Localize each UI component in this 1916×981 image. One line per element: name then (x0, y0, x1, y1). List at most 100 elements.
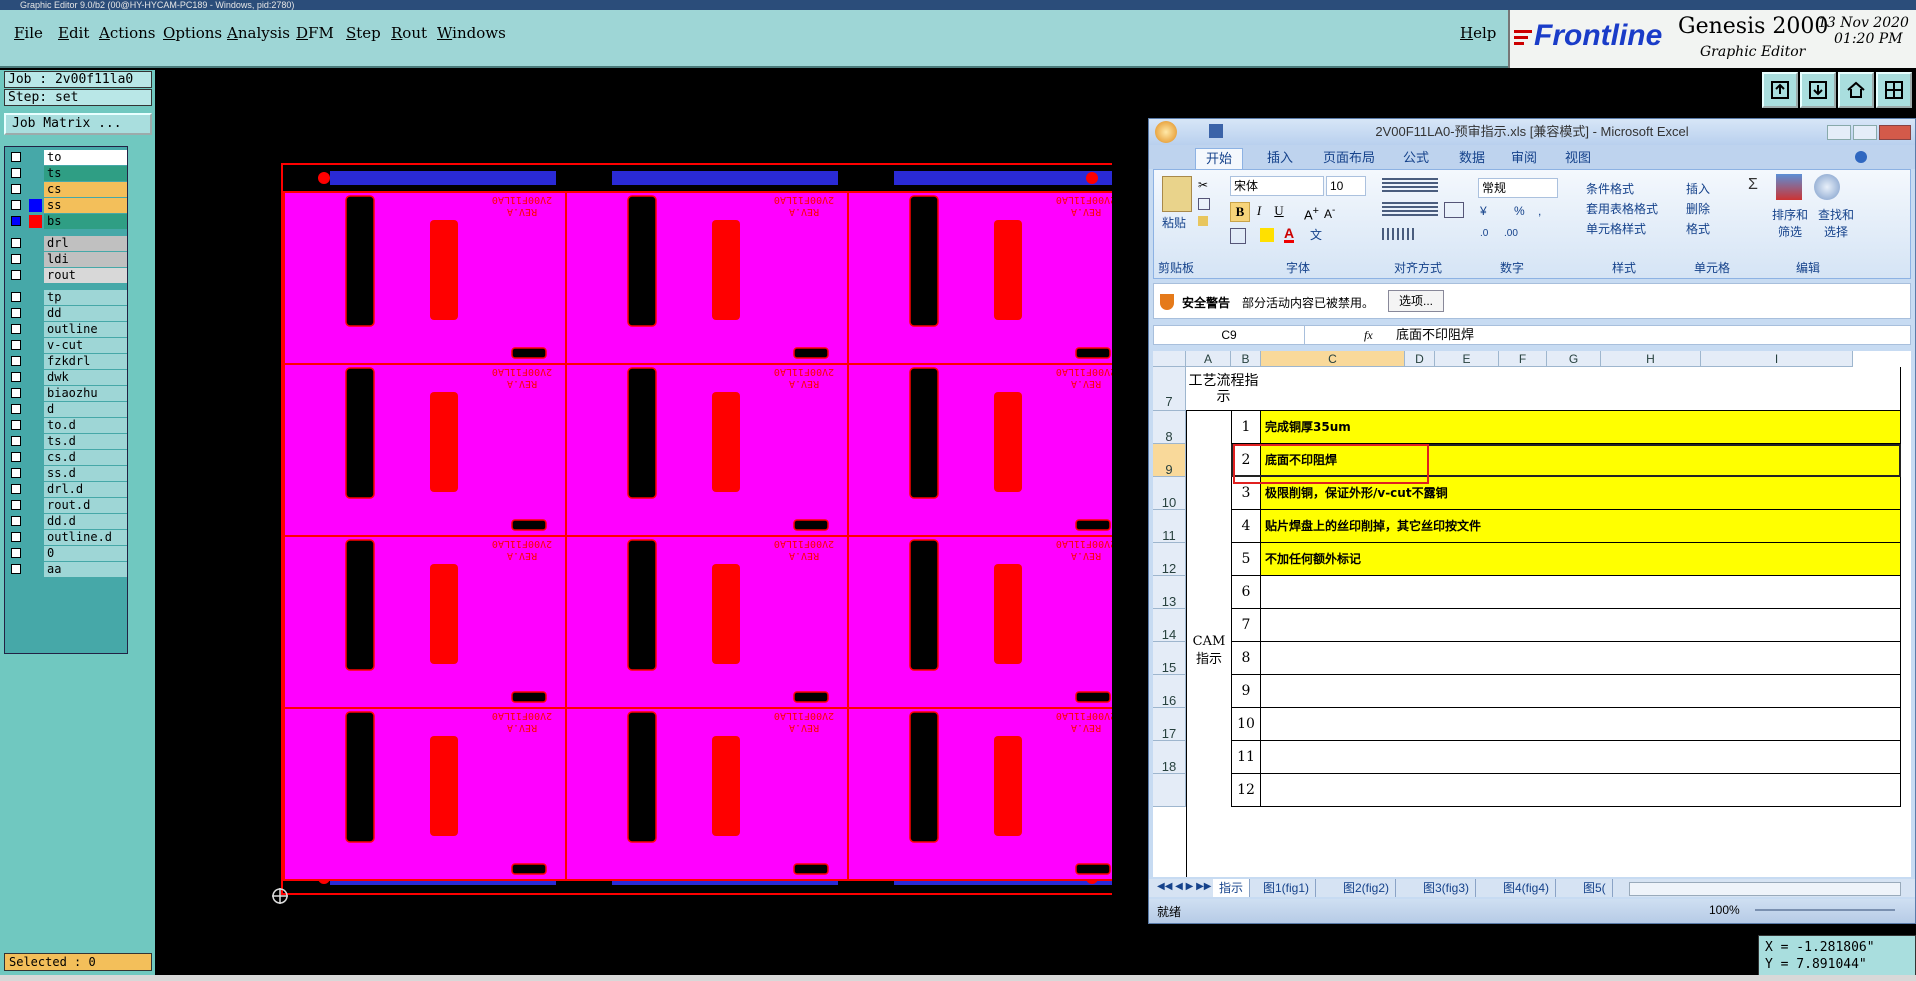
sheet-tab[interactable]: 指示 (1213, 879, 1251, 897)
step-number-cell[interactable]: 11 (1231, 741, 1261, 774)
autosum-icon[interactable]: Σ (1748, 176, 1758, 194)
layer-name[interactable]: cs (44, 182, 127, 197)
layer-name[interactable]: ts.d (44, 434, 127, 449)
column-header-g[interactable]: G (1547, 351, 1601, 367)
layer-checkbox[interactable] (11, 324, 21, 334)
layer-name[interactable]: rout (44, 268, 127, 283)
layer-name[interactable]: 0 (44, 546, 127, 561)
layer-checkbox[interactable] (11, 152, 21, 162)
step-number-cell[interactable]: 3 (1231, 477, 1261, 510)
row-header[interactable]: 8 (1153, 411, 1186, 444)
column-header-b[interactable]: B (1231, 351, 1261, 367)
upload-icon-button[interactable] (1762, 72, 1798, 108)
paste-icon[interactable] (1162, 176, 1192, 212)
layer-name[interactable]: dd.d (44, 514, 127, 529)
row-header[interactable]: 7 (1153, 367, 1186, 411)
layer-checkbox[interactable] (11, 292, 21, 302)
instruction-cell[interactable]: 贴片焊盘上的丝印削掉，其它丝印按文件 (1261, 510, 1901, 543)
formula-content[interactable]: 底面不印阻焊 (1396, 326, 1474, 344)
layer-row-tp[interactable]: tp (7, 290, 127, 305)
layer-row-d[interactable]: d (7, 402, 127, 417)
layer-row-dwk[interactable]: dwk (7, 370, 127, 385)
instruction-cell[interactable] (1261, 675, 1901, 708)
layer-checkbox[interactable] (11, 372, 21, 382)
percent-icon[interactable]: % (1514, 204, 1525, 218)
layer-checkbox[interactable] (11, 420, 21, 430)
layout-icon-button[interactable] (1876, 72, 1912, 108)
font-color-icon[interactable]: A (1284, 226, 1295, 243)
tab-page-layout[interactable]: 页面布局 (1313, 148, 1385, 168)
step-number-cell[interactable]: 2 (1231, 444, 1261, 477)
layer-name[interactable]: rout.d (44, 498, 127, 513)
layer-checkbox[interactable] (11, 356, 21, 366)
instruction-cell[interactable]: 底面不印阻焊 (1261, 444, 1901, 477)
menu-analysis[interactable]: Analysis (227, 24, 290, 42)
border-icon[interactable] (1230, 228, 1246, 244)
step-number-cell[interactable]: 1 (1231, 411, 1261, 444)
column-header-a[interactable]: A (1186, 351, 1231, 367)
excel-window[interactable]: 2V00F11LA0-预审指示.xls [兼容模式] - Microsoft E… (1148, 118, 1916, 924)
layer-checkbox[interactable] (11, 388, 21, 398)
phonetic-icon[interactable]: 文 (1310, 226, 1322, 243)
layer-row-dd-d[interactable]: dd.d (7, 514, 127, 529)
fill-color-icon[interactable] (1260, 228, 1274, 242)
row-header[interactable]: 17 (1153, 708, 1186, 741)
menu-options[interactable]: Options (163, 24, 222, 42)
maximize-icon[interactable] (1853, 125, 1877, 140)
row-header[interactable]: 13 (1153, 576, 1186, 609)
layer-name[interactable]: v-cut (44, 338, 127, 353)
security-options-button[interactable]: 选项... (1388, 290, 1445, 312)
step-number-cell[interactable]: 12 (1231, 774, 1261, 807)
select-all-corner[interactable] (1153, 351, 1186, 367)
layer-name[interactable]: dd (44, 306, 127, 321)
column-header-e[interactable]: E (1435, 351, 1499, 367)
row-header[interactable]: 18 (1153, 741, 1186, 774)
layer-name[interactable]: ldi (44, 252, 127, 267)
layer-checkbox[interactable] (11, 532, 21, 542)
font-name-select[interactable]: 宋体 (1230, 176, 1324, 196)
layer-row-ss-d[interactable]: ss.d (7, 466, 127, 481)
layer-name[interactable]: cs.d (44, 450, 127, 465)
instruction-cell[interactable] (1261, 576, 1901, 609)
minimize-icon[interactable] (1827, 125, 1851, 140)
layer-checkbox[interactable] (11, 184, 21, 194)
layer-checkbox[interactable] (11, 254, 21, 264)
instruction-cell[interactable] (1261, 609, 1901, 642)
sheet-tab[interactable]: 图5( (1577, 879, 1613, 897)
step-number-cell[interactable]: 6 (1231, 576, 1261, 609)
bold-icon[interactable]: B (1230, 202, 1250, 222)
layer-row-rout[interactable]: rout (7, 268, 127, 283)
layer-name[interactable]: aa (44, 562, 127, 577)
layer-checkbox[interactable] (11, 468, 21, 478)
instruction-cell[interactable]: 不加任何额外标记 (1261, 543, 1901, 576)
name-box[interactable]: C9 (1154, 326, 1305, 344)
layer-row-dd[interactable]: dd (7, 306, 127, 321)
align-vertical-icon[interactable] (1382, 178, 1438, 192)
layer-checkbox[interactable] (11, 340, 21, 350)
align-horizontal-icon[interactable] (1382, 202, 1438, 216)
menu-step[interactable]: Step (346, 24, 381, 42)
indent-icon[interactable] (1382, 228, 1416, 240)
insert-cells-button[interactable]: 插入 (1686, 180, 1710, 197)
decimal-decrease-icon[interactable]: .00 (1504, 228, 1518, 239)
row-header[interactable] (1153, 774, 1186, 807)
tab-home[interactable]: 开始 (1195, 148, 1244, 169)
menu-edit[interactable]: Edit (58, 24, 89, 42)
row-header[interactable]: 10 (1153, 477, 1186, 510)
download-icon-button[interactable] (1800, 72, 1836, 108)
number-format-select[interactable]: 常规 (1478, 178, 1558, 198)
row-header[interactable]: 15 (1153, 642, 1186, 675)
job-matrix-button[interactable]: Job Matrix ... (4, 113, 152, 135)
menu-help[interactable]: Help (1460, 24, 1496, 42)
save-icon[interactable] (1209, 124, 1223, 138)
layer-row-ldi[interactable]: ldi (7, 252, 127, 267)
merge-cells-icon[interactable] (1444, 202, 1464, 218)
layer-row-outline[interactable]: outline (7, 322, 127, 337)
layer-checkbox[interactable] (11, 168, 21, 178)
step-number-cell[interactable]: 10 (1231, 708, 1261, 741)
layer-name[interactable]: fzkdrl (44, 354, 127, 369)
layer-name[interactable]: ss (44, 198, 127, 213)
cell-style-button[interactable]: 单元格样式 (1586, 220, 1646, 237)
tab-review[interactable]: 审阅 (1501, 148, 1547, 168)
step-number-cell[interactable]: 7 (1231, 609, 1261, 642)
